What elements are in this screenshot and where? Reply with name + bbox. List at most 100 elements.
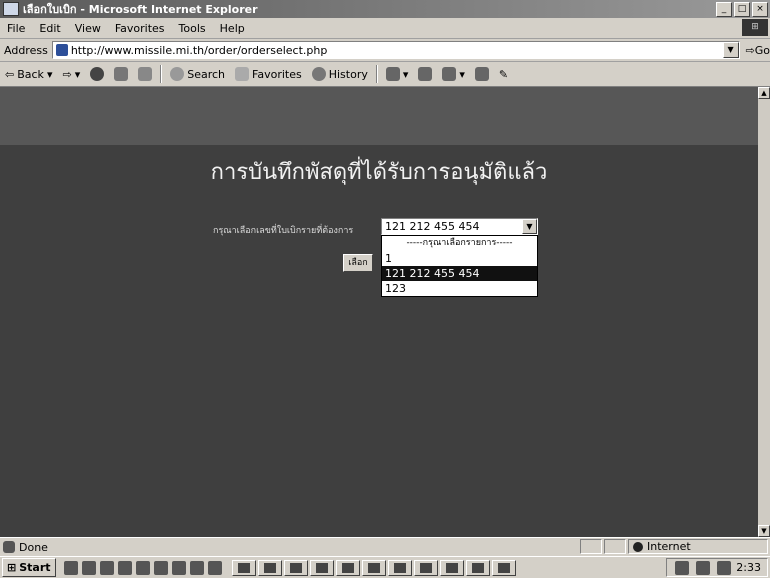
back-label: Back <box>17 67 44 81</box>
taskbar-window-button[interactable] <box>439 559 464 576</box>
select-submit-button[interactable]: เลือก <box>343 254 373 272</box>
option-item[interactable]: 1 <box>382 251 537 266</box>
address-label: Address <box>4 43 48 57</box>
scroll-down-arrow-icon[interactable]: ▼ <box>758 525 770 537</box>
status-bar: Done Internet <box>0 537 770 556</box>
page-icon <box>55 44 68 56</box>
maximize-button[interactable]: □ <box>734 1 750 17</box>
minimize-button[interactable]: _ <box>716 1 732 17</box>
ie-icon <box>3 2 19 16</box>
window-icon <box>315 562 328 573</box>
quicklaunch-icon[interactable] <box>153 560 168 575</box>
go-label: Go <box>754 43 770 57</box>
forward-dropdown-icon[interactable]: ▾ <box>75 68 81 81</box>
window-controls: _ □ × <box>716 1 770 17</box>
page-done-icon <box>3 541 15 553</box>
close-button[interactable]: × <box>752 1 768 17</box>
clock[interactable]: 2:33 <box>736 561 761 574</box>
forward-button[interactable]: ⇨ ▾ <box>57 68 85 81</box>
back-button[interactable]: ⇦ Back ▾ <box>0 68 57 81</box>
standard-toolbar: ⇦ Back ▾ ⇨ ▾ Search Favorites History ▾ ▾… <box>0 62 770 87</box>
taskbar-window-button[interactable] <box>361 559 386 576</box>
discuss-button[interactable] <box>470 67 494 81</box>
quicklaunch-icon[interactable] <box>135 560 150 575</box>
home-button[interactable] <box>133 67 157 81</box>
menu-edit[interactable]: Edit <box>32 22 67 35</box>
mail-icon <box>385 67 400 81</box>
taskbar-window-button[interactable] <box>387 559 412 576</box>
back-dropdown-icon[interactable]: ▾ <box>47 68 53 81</box>
home-icon <box>138 67 153 81</box>
quicklaunch-icon[interactable] <box>81 560 96 575</box>
window-icon <box>237 562 250 573</box>
taskbar-window-button[interactable] <box>283 559 308 576</box>
status-pane <box>604 539 626 554</box>
tray-icon[interactable] <box>675 560 690 575</box>
window-icon <box>445 562 458 573</box>
address-url[interactable]: http://www.missile.mi.th/order/ordersele… <box>71 44 328 57</box>
option-item-selected[interactable]: 121 212 455 454 <box>382 266 537 281</box>
globe-icon <box>633 541 643 552</box>
go-button[interactable]: ⇨Go <box>746 44 770 57</box>
quicklaunch-icon[interactable] <box>207 560 222 575</box>
history-button[interactable]: History <box>307 67 373 81</box>
tray-icon[interactable] <box>696 560 711 575</box>
start-button[interactable]: ⊞ Start <box>2 558 56 577</box>
menu-view[interactable]: View <box>68 22 108 35</box>
history-label: History <box>328 67 368 81</box>
window-icon <box>471 562 484 573</box>
quicklaunch-icon[interactable] <box>117 560 132 575</box>
go-arrow-icon: ⇨ <box>745 43 755 57</box>
page-title: การบันทึกพัสดุที่ได้รับการอนุมัติแล้ว <box>210 160 548 185</box>
refresh-button[interactable] <box>109 67 133 81</box>
status-pane <box>580 539 602 554</box>
favorites-button[interactable]: Favorites <box>230 67 307 81</box>
taskbar-window-button[interactable] <box>335 559 360 576</box>
edit-icon <box>442 67 457 81</box>
option-placeholder[interactable]: -----กรุณาเลือกรายการ----- <box>382 236 537 251</box>
system-tray: 2:33 <box>666 558 768 577</box>
quicklaunch-icon[interactable] <box>63 560 78 575</box>
tray-icon[interactable] <box>717 560 732 575</box>
edit-dropdown-icon[interactable]: ▾ <box>459 68 465 81</box>
quicklaunch-icon[interactable] <box>171 560 186 575</box>
mail-button[interactable]: ▾ <box>381 67 414 81</box>
menu-favorites[interactable]: Favorites <box>108 22 172 35</box>
favorites-icon <box>235 67 250 81</box>
address-input[interactable]: http://www.missile.mi.th/order/ordersele… <box>51 41 740 59</box>
messenger-icon: ✎ <box>498 67 509 81</box>
taskbar-window-button[interactable] <box>257 559 282 576</box>
stop-button[interactable] <box>85 67 109 81</box>
menu-file[interactable]: File <box>0 22 32 35</box>
taskbar-window-button[interactable] <box>413 559 438 576</box>
messenger-button[interactable]: ✎ <box>494 68 513 81</box>
menu-tools[interactable]: Tools <box>172 22 213 35</box>
taskbar-window-button[interactable] <box>465 559 490 576</box>
window-icon <box>419 562 432 573</box>
scroll-up-arrow-icon[interactable]: ▲ <box>758 87 770 99</box>
menu-bar: File Edit View Favorites Tools Help ⊞ <box>0 18 770 39</box>
order-select[interactable]: 121 212 455 454 ▼ <box>381 218 538 235</box>
menu-help[interactable]: Help <box>213 22 252 35</box>
toolbar-separator <box>375 65 378 83</box>
search-button[interactable]: Search <box>165 67 230 81</box>
chevron-down-icon[interactable]: ▼ <box>522 219 537 234</box>
option-item[interactable]: 123 <box>382 281 537 296</box>
header-band <box>0 87 758 145</box>
quicklaunch-icon[interactable] <box>189 560 204 575</box>
search-icon <box>170 67 185 81</box>
edit-button[interactable]: ▾ <box>437 67 470 81</box>
taskbar-window-button[interactable] <box>231 559 256 576</box>
address-dropdown-button[interactable]: ▼ <box>722 42 739 58</box>
window-icon <box>341 562 354 573</box>
taskbar-window-button[interactable] <box>309 559 334 576</box>
discuss-icon <box>474 67 489 81</box>
taskbar-window-button[interactable] <box>491 559 516 576</box>
start-label: Start <box>19 561 51 574</box>
vertical-scrollbar[interactable]: ▲ ▼ <box>758 87 770 537</box>
quicklaunch-icon[interactable] <box>99 560 114 575</box>
favorites-label: Favorites <box>252 67 302 81</box>
window-icon <box>263 562 276 573</box>
print-button[interactable] <box>413 67 437 81</box>
mail-dropdown-icon[interactable]: ▾ <box>403 68 409 81</box>
